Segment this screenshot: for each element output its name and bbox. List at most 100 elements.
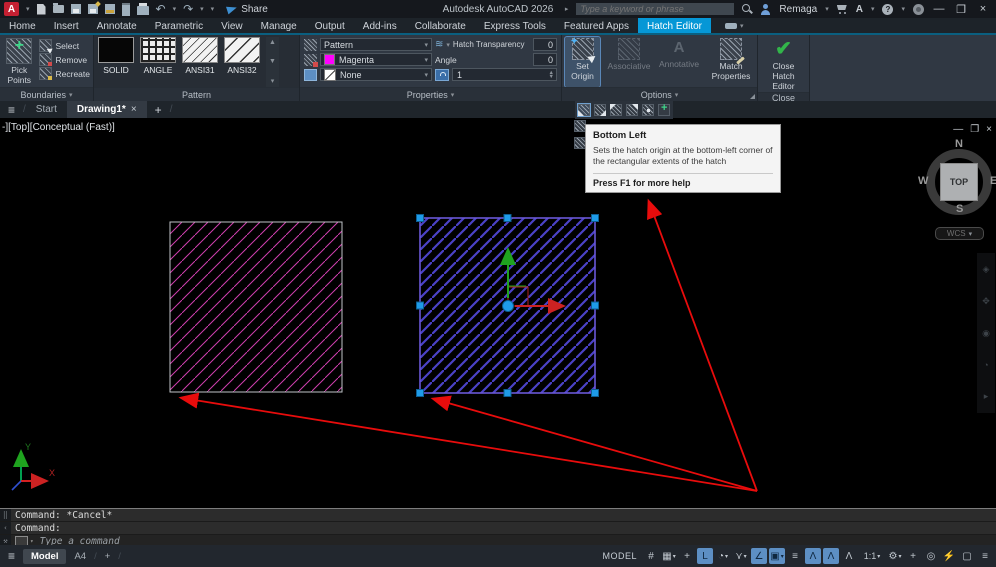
object-snap-icon[interactable]: ▣ ▾ [769,548,785,564]
chevron-down-icon[interactable]: ▾ [825,5,829,13]
redo-icon[interactable]: ↷ [183,3,193,15]
navigation-bar[interactable]: ◈ ✥ ◉ ◔ ▸ [977,253,995,413]
customize-menu-icon[interactable]: ≡▾ [977,548,993,564]
account-icon[interactable] [760,3,771,15]
print-icon[interactable] [136,2,149,15]
background-color-dropdown[interactable]: None ▾ [320,68,432,81]
share-button[interactable]: Share [226,4,268,15]
tab-start[interactable]: Start [26,101,67,118]
new-file-icon[interactable] [36,3,46,15]
annotation-autoscale-icon[interactable]: Λ▾ [823,548,839,564]
origin-bottom-left-icon[interactable] [577,103,591,117]
viewcube-top-face[interactable]: TOP [940,163,978,201]
sheet-set-icon[interactable] [121,2,130,16]
layout-tabs-menu-icon[interactable]: ≡ [0,549,23,563]
qat-customize-icon[interactable]: ▾ [211,5,215,13]
pattern-swatch[interactable]: ANSI32 [224,37,260,87]
viewport-controls-label[interactable]: -][Top][Conceptual (Fast)] [2,122,115,133]
wcs-dropdown[interactable]: WCS ▾ [935,227,984,240]
plot-icon[interactable] [104,4,115,14]
hatch-color-dropdown[interactable]: Magenta ▾ [320,53,432,66]
command-collapse-icon[interactable]: ‹ [0,522,11,534]
help-icon[interactable]: ? [882,3,894,15]
new-drawing-button[interactable]: + [147,103,170,117]
origin-center-icon[interactable] [642,104,654,116]
panel-launcher-icon[interactable] [750,94,755,99]
object-snap-tracking-icon[interactable]: ∠▾ [751,548,767,564]
isometric-drafting-icon[interactable]: ⋎ ▾ [733,548,749,564]
properties-panel-footer[interactable]: Properties ▾ [300,87,561,101]
chevron-down-icon[interactable]: ▾ [871,5,875,13]
store-as-default-origin-icon[interactable] [658,104,670,116]
hatch-scale-field[interactable]: 1 ▲ ▼ [452,68,557,81]
ortho-mode-icon[interactable]: L▾ [697,548,713,564]
tab-view[interactable]: View [212,18,252,34]
hatch-object-left[interactable] [169,221,343,393]
compass-east[interactable]: E [990,175,996,187]
pattern-swatch[interactable]: SOLID [98,37,134,87]
autodesk-logo-icon[interactable]: A [4,2,19,16]
tab-manage[interactable]: Manage [252,18,306,34]
annotation-visibility-icon[interactable]: Λ▾ [805,548,821,564]
tab-add-ins[interactable]: Add-ins [354,18,406,34]
chevron-down-icon[interactable]: ▾ [173,5,177,13]
select-boundary-button[interactable]: Select [38,39,91,52]
hatch-transparency-field[interactable]: 0 [533,38,557,51]
file-tabs-menu-icon[interactable]: ≡ [0,103,23,117]
assistant-icon[interactable] [913,3,924,15]
viewport-minimize-icon[interactable]: — [953,124,963,135]
origin-top-right-icon[interactable] [626,104,638,116]
tab-home[interactable]: Home [0,18,45,34]
zoom-icon[interactable]: ◉ [982,328,990,339]
options-panel-footer[interactable]: Options ▾ [562,87,757,101]
minimize-button[interactable]: — [932,3,946,15]
compass-west[interactable]: W [918,175,928,187]
graphics-performance-icon[interactable]: ⚡▾ [941,548,957,564]
account-name[interactable]: Remaga [779,4,817,15]
hatch-type-dropdown[interactable]: Pattern ▾ [320,38,432,51]
save-as-icon[interactable] [87,4,98,14]
command-customize-icon[interactable]: ⣿ [0,509,11,521]
polar-tracking-icon[interactable]: ◔ ▾ [715,548,731,564]
match-properties-button[interactable]: Match Properties [708,37,754,87]
model-space-label[interactable]: MODEL [602,551,637,561]
tab-hatch-editor[interactable]: Hatch Editor [637,18,711,34]
pattern-swatch[interactable]: ANGLE [140,37,176,87]
close-hatch-editor-button[interactable]: ✔ Close Hatch Editor [761,37,806,92]
tab-drawing1[interactable]: Drawing1* × [66,101,147,118]
relative-to-paper-space-icon[interactable] [435,68,449,81]
new-layout-button[interactable]: + [97,549,119,564]
tab-express-tools[interactable]: Express Tools [475,18,555,34]
ucs-icon[interactable]: Y X [11,442,55,491]
workspace-switching-icon[interactable]: ⚙ ▾ [887,548,903,564]
origin-top-left-icon[interactable] [610,104,622,116]
store-cart-icon[interactable] [837,4,848,14]
close-icon[interactable]: × [131,104,137,115]
chevron-down-icon[interactable]: ▾ [26,5,30,13]
annotative-objects-icon[interactable]: Λ▾ [841,548,857,564]
pick-points-button[interactable]: + Pick Points [3,37,36,87]
pattern-swatch[interactable]: ANSI31 [182,37,218,87]
tab-collaborate[interactable]: Collaborate [406,18,475,34]
viewcube[interactable]: N W E S TOP WCS ▾ [918,138,996,244]
angle-field[interactable]: 0 [533,53,557,66]
spinner-icons[interactable]: ▲ ▼ [549,69,554,80]
tab-output[interactable]: Output [306,18,354,34]
dynamic-input-icon[interactable]: +▾ [679,548,695,564]
tab-insert[interactable]: Insert [45,18,88,34]
clean-screen-icon[interactable]: ▢▾ [959,548,975,564]
full-navigation-wheel-icon[interactable]: ◈ [983,264,990,275]
recreate-boundary-button[interactable]: Recreate [38,67,90,80]
annotation-scale-icon[interactable]: 1:1 ▾ [859,548,885,564]
transparency-layers-icon[interactable]: ≋ [435,39,443,51]
drawing-area[interactable]: -][Top][Conceptual (Fast)] — ❐ × Y X N W… [0,118,996,508]
search-collapse-icon[interactable]: ▸ [565,5,569,13]
autodesk-access-icon[interactable]: A [856,4,863,15]
customization-icon[interactable]: +▾ [905,548,921,564]
orbit-icon[interactable]: ◔ [983,360,988,370]
viewport-restore-icon[interactable]: ❐ [970,124,979,135]
boundaries-panel-footer[interactable]: Boundaries ▾ [0,87,93,101]
search-input[interactable] [576,3,735,15]
pattern-gallery-scroll[interactable]: ▲ ▼ ▾ [266,37,279,87]
tab-parametric[interactable]: Parametric [146,18,212,34]
